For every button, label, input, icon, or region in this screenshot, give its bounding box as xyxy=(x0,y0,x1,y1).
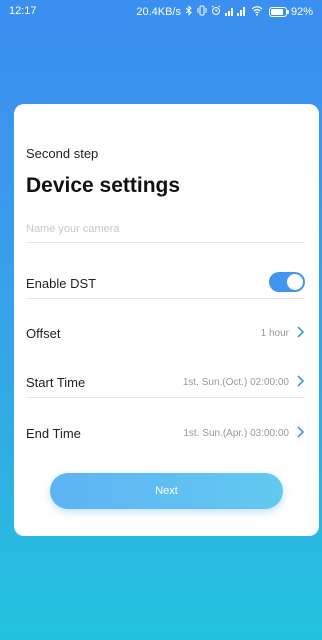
dst-row[interactable]: Enable DST xyxy=(26,270,305,299)
start-time-label: Start Time xyxy=(26,375,86,390)
device-settings-card: Second step Device settings Enable DST O… xyxy=(14,104,319,536)
net-speed: 20.4KB/s xyxy=(136,6,181,18)
start-time-row[interactable]: Start Time 1st. Sun.(Oct.) 02:00:00 xyxy=(26,369,305,398)
signal-icon xyxy=(224,5,247,19)
status-time: 12:17 xyxy=(9,5,37,17)
status-icons: 20.4KB/s 92% xyxy=(136,5,313,19)
battery-icon xyxy=(268,7,289,17)
toggle-knob xyxy=(287,274,303,290)
status-bar: 12:17 20.4KB/s 92% xyxy=(0,0,322,24)
end-time-value: 1st. Sun.(Apr.) 03:00:00 xyxy=(183,428,289,439)
step-label: Second step xyxy=(26,146,99,161)
bluetooth-icon xyxy=(185,5,193,19)
end-time-label: End Time xyxy=(26,426,81,441)
dst-toggle[interactable] xyxy=(269,272,305,292)
vibrate-icon xyxy=(197,5,207,19)
page-title: Device settings xyxy=(26,174,181,197)
camera-name-input[interactable] xyxy=(26,216,305,243)
start-time-value: 1st. Sun.(Oct.) 02:00:00 xyxy=(182,377,289,388)
chevron-right-icon xyxy=(297,375,305,387)
wifi-icon xyxy=(251,5,263,19)
alarm-icon xyxy=(211,5,221,19)
battery-percent: 92% xyxy=(290,6,313,18)
offset-row[interactable]: Offset 1 hour xyxy=(26,320,305,348)
chevron-right-icon xyxy=(297,426,305,438)
chevron-right-icon xyxy=(297,326,305,338)
next-button[interactable]: Next xyxy=(50,473,283,509)
offset-label: Offset xyxy=(26,326,61,341)
end-time-row[interactable]: End Time 1st. Sun.(Apr.) 03:00:00 xyxy=(26,420,305,448)
dst-label: Enable DST xyxy=(26,276,97,291)
offset-value: 1 hour xyxy=(260,328,289,339)
